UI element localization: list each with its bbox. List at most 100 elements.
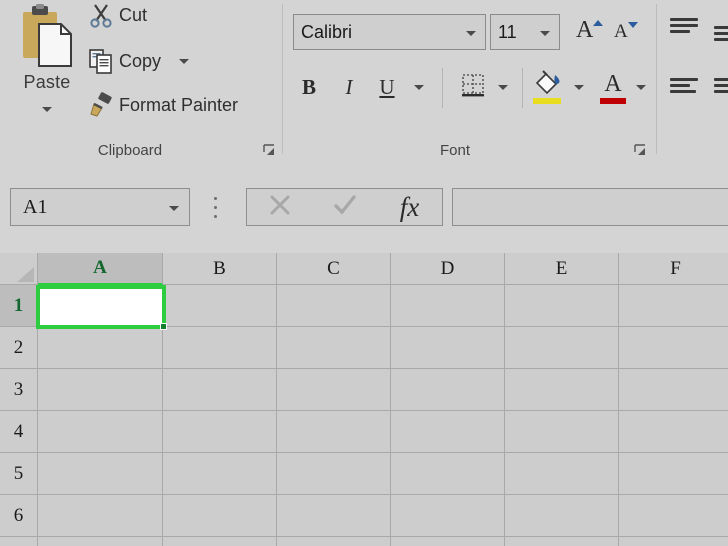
font-size-caret[interactable] bbox=[540, 23, 550, 41]
cell-B6[interactable] bbox=[163, 495, 277, 537]
insert-function-button[interactable]: fx bbox=[382, 189, 438, 225]
align-center-icon[interactable] bbox=[714, 78, 728, 96]
cell-D5[interactable] bbox=[391, 453, 505, 495]
cell-E2[interactable] bbox=[505, 327, 619, 369]
cell-C6[interactable] bbox=[277, 495, 391, 537]
row-header-5[interactable]: 5 bbox=[0, 453, 38, 495]
underline-button[interactable]: U bbox=[376, 74, 398, 100]
cell-F3[interactable] bbox=[619, 369, 728, 411]
cell-B2[interactable] bbox=[163, 327, 277, 369]
borders-dropdown-caret[interactable] bbox=[496, 80, 510, 94]
cut-button[interactable]: Cut bbox=[88, 2, 147, 28]
font-name-combo[interactable]: Calibri bbox=[293, 14, 486, 50]
cancel-button[interactable] bbox=[252, 189, 308, 225]
font-name-caret[interactable] bbox=[466, 23, 476, 41]
format-painter-button[interactable]: Format Painter bbox=[88, 92, 238, 118]
fill-color-dropdown-caret[interactable] bbox=[572, 80, 586, 94]
borders-button[interactable] bbox=[458, 72, 488, 102]
fill-color-button[interactable] bbox=[532, 70, 564, 98]
paste-dropdown-caret[interactable] bbox=[42, 99, 52, 117]
increase-font-size-button[interactable]: A bbox=[576, 18, 593, 42]
cell-A6[interactable] bbox=[38, 495, 163, 537]
column-header-D[interactable]: D bbox=[391, 253, 505, 285]
worksheet-grid: A B C D E F 1 2 3 4 5 6 7 bbox=[0, 253, 728, 546]
font-color-dropdown-caret[interactable] bbox=[634, 80, 648, 94]
row-header-1[interactable]: 1 bbox=[0, 285, 38, 327]
formula-input[interactable] bbox=[452, 188, 728, 226]
paste-button[interactable]: Paste bbox=[8, 2, 86, 130]
name-box-value: A1 bbox=[11, 196, 169, 219]
cell-B7[interactable] bbox=[163, 537, 277, 546]
column-header-C[interactable]: C bbox=[277, 253, 391, 285]
copy-label: Copy bbox=[119, 48, 161, 74]
cell-E1[interactable] bbox=[505, 285, 619, 327]
cell-A5[interactable] bbox=[38, 453, 163, 495]
copy-dropdown-caret[interactable] bbox=[179, 59, 189, 64]
cell-D7[interactable] bbox=[391, 537, 505, 546]
decrease-font-size-button[interactable]: A bbox=[614, 20, 628, 44]
cell-D6[interactable] bbox=[391, 495, 505, 537]
italic-button[interactable]: I bbox=[338, 74, 360, 100]
cell-F4[interactable] bbox=[619, 411, 728, 453]
cell-B1[interactable] bbox=[163, 285, 277, 327]
font-size-combo[interactable]: 11 bbox=[490, 14, 560, 50]
cell-C3[interactable] bbox=[277, 369, 391, 411]
decrease-font-size-label: A bbox=[614, 21, 628, 42]
row-header-2[interactable]: 2 bbox=[0, 327, 38, 369]
row-header-3[interactable]: 3 bbox=[0, 369, 38, 411]
cell-F5[interactable] bbox=[619, 453, 728, 495]
cell-B4[interactable] bbox=[163, 411, 277, 453]
cell-A3[interactable] bbox=[38, 369, 163, 411]
cell-A4[interactable] bbox=[38, 411, 163, 453]
middle-align-icon[interactable] bbox=[714, 26, 728, 44]
cell-E6[interactable] bbox=[505, 495, 619, 537]
cell-F6[interactable] bbox=[619, 495, 728, 537]
cell-D2[interactable] bbox=[391, 327, 505, 369]
enter-check-icon bbox=[332, 192, 358, 223]
align-left-icon[interactable] bbox=[670, 78, 698, 96]
select-all-corner-icon[interactable] bbox=[0, 253, 38, 285]
row-header-6[interactable]: 6 bbox=[0, 495, 38, 537]
cell-F1[interactable] bbox=[619, 285, 728, 327]
cell-D1[interactable] bbox=[391, 285, 505, 327]
row-header-7[interactable]: 7 bbox=[0, 537, 38, 546]
underline-dropdown-caret[interactable] bbox=[412, 80, 426, 94]
column-header-B[interactable]: B bbox=[163, 253, 277, 285]
paintbrush-icon bbox=[88, 92, 114, 118]
column-header-A[interactable]: A bbox=[38, 253, 163, 285]
cell-A1[interactable] bbox=[38, 285, 163, 327]
cell-D4[interactable] bbox=[391, 411, 505, 453]
name-box[interactable]: A1 bbox=[10, 188, 190, 226]
font-name-value: Calibri bbox=[294, 22, 466, 43]
cell-E7[interactable] bbox=[505, 537, 619, 546]
cell-C2[interactable] bbox=[277, 327, 391, 369]
cell-C4[interactable] bbox=[277, 411, 391, 453]
font-color-button[interactable]: A bbox=[600, 70, 626, 98]
cell-D3[interactable] bbox=[391, 369, 505, 411]
column-header-F[interactable]: F bbox=[619, 253, 728, 285]
row-header-4[interactable]: 4 bbox=[0, 411, 38, 453]
cell-E3[interactable] bbox=[505, 369, 619, 411]
enter-button[interactable] bbox=[317, 189, 373, 225]
cell-B3[interactable] bbox=[163, 369, 277, 411]
bold-button[interactable]: B bbox=[298, 74, 320, 100]
cell-F7[interactable] bbox=[619, 537, 728, 546]
cell-C7[interactable] bbox=[277, 537, 391, 546]
font-dialog-launcher[interactable] bbox=[634, 144, 647, 157]
cell-C5[interactable] bbox=[277, 453, 391, 495]
copy-documents-icon bbox=[88, 48, 114, 74]
cell-B5[interactable] bbox=[163, 453, 277, 495]
name-box-caret[interactable] bbox=[169, 198, 179, 216]
vertical-dots-icon[interactable] bbox=[214, 197, 218, 219]
copy-button[interactable]: Copy bbox=[88, 48, 189, 74]
fill-handle[interactable] bbox=[160, 323, 167, 330]
clipboard-dialog-launcher[interactable] bbox=[263, 144, 276, 157]
column-header-E[interactable]: E bbox=[505, 253, 619, 285]
cell-E4[interactable] bbox=[505, 411, 619, 453]
cell-A7[interactable] bbox=[38, 537, 163, 546]
cell-E5[interactable] bbox=[505, 453, 619, 495]
cell-F2[interactable] bbox=[619, 327, 728, 369]
top-align-icon[interactable] bbox=[670, 18, 698, 36]
cell-C1[interactable] bbox=[277, 285, 391, 327]
cell-A2[interactable] bbox=[38, 327, 163, 369]
